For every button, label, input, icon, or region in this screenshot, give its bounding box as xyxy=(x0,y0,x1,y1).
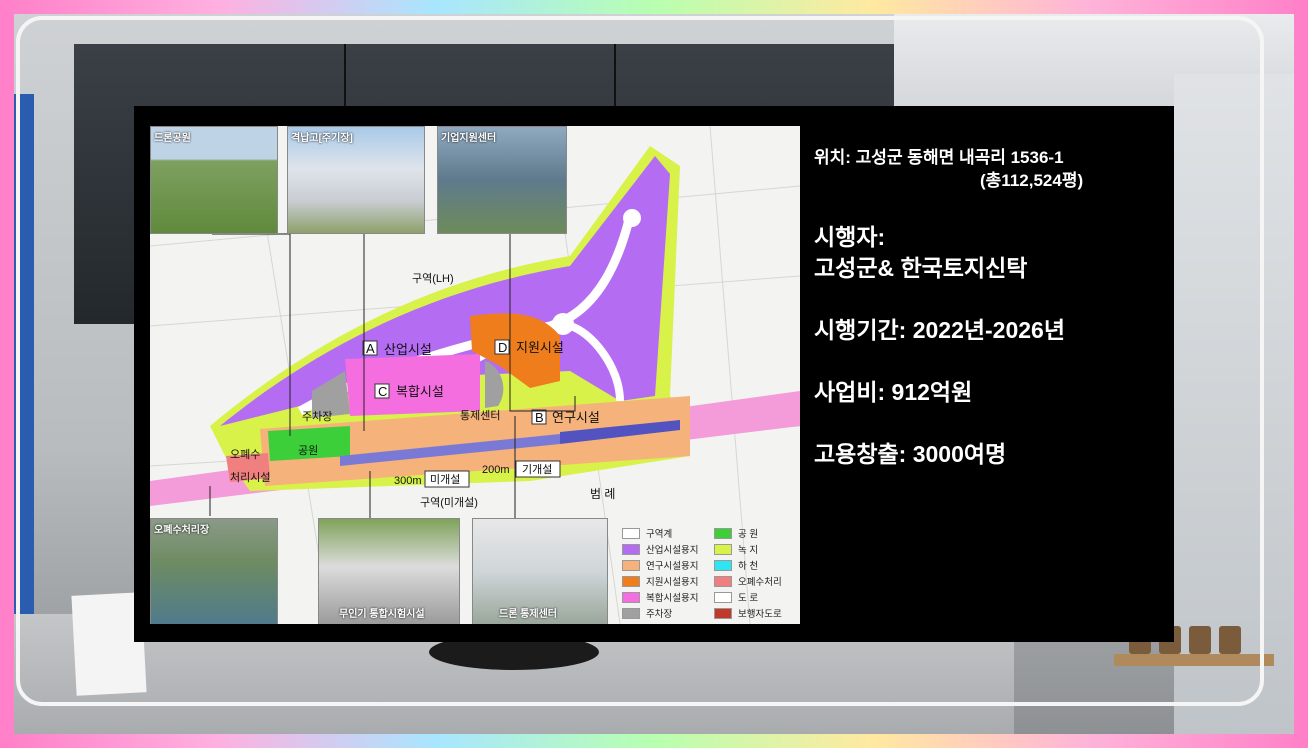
location-line2: (총112,524평) xyxy=(980,171,1084,190)
legend-item: 공 원 xyxy=(714,526,758,540)
location-line1: 위치: 고성군 동해면 내곡리 1536-1 xyxy=(814,148,1064,167)
runway-unpaved-label: 미개설 xyxy=(430,473,460,486)
legend-label: 지원시설용지 xyxy=(646,577,699,588)
photo-hangar: 격납고[주기장] xyxy=(287,126,425,234)
legend-label: 보행자도로 xyxy=(738,609,782,620)
park-label: 공원 xyxy=(298,444,318,457)
legend-label: 연구시설용지 xyxy=(646,561,699,572)
operator-value: 고성군& 한국토지신탁 xyxy=(814,255,1028,281)
zone-b-letter: B xyxy=(535,410,544,425)
legend-item: 복합시설용지 xyxy=(622,590,698,604)
legend-swatch xyxy=(714,543,732,555)
period-text: 시행기간: 2022년-2026년 xyxy=(814,317,1066,343)
legend-swatch xyxy=(622,607,640,619)
runway-paved-label: 기개설 xyxy=(522,463,552,476)
legend-label: 공 원 xyxy=(738,529,759,540)
legend-item: 녹 지 xyxy=(714,542,758,556)
operator-label: 시행자: xyxy=(814,224,886,250)
zone-d-label: 지원시설 xyxy=(516,340,564,355)
legend-label: 하 천 xyxy=(738,561,759,572)
zone-d-letter: D xyxy=(498,340,507,355)
photo-control-center-label: 드론 통제센터 xyxy=(499,609,557,620)
photo-support-center: 기업지원센터 xyxy=(437,126,567,234)
photo-control-center: 드론 통제센터 xyxy=(472,518,608,624)
runway-300-label: 300m xyxy=(394,475,422,487)
legend-swatch xyxy=(714,591,732,603)
legend-swatch xyxy=(622,591,640,603)
legend-item: 구역계 xyxy=(622,526,672,540)
legend-item: 지원시설용지 xyxy=(622,574,698,588)
district-top-label: 구역(LH) xyxy=(412,272,454,285)
legend-item: 주차장 xyxy=(622,606,672,620)
legend-label: 복합시설용지 xyxy=(646,593,699,604)
legend-item: 산업시설용지 xyxy=(622,542,698,556)
legend-swatch xyxy=(622,527,640,539)
legend-label: 오폐수처리 xyxy=(738,577,782,588)
photo-support-center-label: 기업지원센터 xyxy=(441,133,497,144)
parking-label: 주차장 xyxy=(302,410,332,423)
legend-swatch xyxy=(714,527,732,539)
legend-swatch xyxy=(714,575,732,587)
photo-test-facility: 무인기 통합시험시설 xyxy=(318,518,460,624)
legend-swatch xyxy=(622,575,640,587)
legend-swatch xyxy=(622,543,640,555)
site-plan-map: A 산업시설 C 복합시설 D 지원시설 B 연구시설 구역(LH) 주차장 공… xyxy=(150,126,800,624)
legend-label: 산업시설용지 xyxy=(646,545,699,556)
photo-sewage-label: 오폐수처리장 xyxy=(154,525,210,536)
legend-item: 도 로 xyxy=(714,590,758,604)
photo-hangar-label: 격납고[주기장] xyxy=(291,133,353,144)
sewage-label-1: 오폐수 xyxy=(230,448,260,461)
info-panel: 위치: 고성군 동해면 내곡리 1536-1 (총112,524평) 시행자: … xyxy=(814,146,1164,470)
legend-item: 보행자도로 xyxy=(714,606,782,620)
monitor-screen: A 산업시설 C 복합시설 D 지원시설 B 연구시설 구역(LH) 주차장 공… xyxy=(134,106,1174,642)
legend-item: 오폐수처리 xyxy=(714,574,782,588)
legend-item: 하 천 xyxy=(714,558,758,572)
legend-swatch xyxy=(714,607,732,619)
sewage-label-2: 처리시설 xyxy=(230,471,270,484)
map-legend: 구역계산업시설용지연구시설용지지원시설용지복합시설용지주차장 공 원녹 지하 천오… xyxy=(618,520,800,624)
legend-label: 녹 지 xyxy=(738,545,759,556)
zone-b-label: 연구시설 xyxy=(552,410,600,425)
jobs-text: 고용창출: 3000여명 xyxy=(814,441,1007,467)
legend-label: 주차장 xyxy=(646,609,673,620)
zone-c-letter: C xyxy=(378,384,387,399)
legend-item: 연구시설용지 xyxy=(622,558,698,572)
legend-swatch xyxy=(714,559,732,571)
legend-title: 범 례 xyxy=(590,487,615,501)
photo-drone-park: 드론공원 xyxy=(150,126,278,234)
legend-swatch xyxy=(622,559,640,571)
photo-sewage: 오폐수처리장 xyxy=(150,518,278,624)
zone-c-label: 복합시설 xyxy=(396,384,444,399)
zone-a-label: 산업시설 xyxy=(384,342,432,357)
photo-drone-park-label: 드론공원 xyxy=(154,133,191,144)
zone-a-letter: A xyxy=(366,341,375,356)
runway-200-label: 200m xyxy=(482,464,510,476)
control-label: 통제센터 xyxy=(460,409,500,422)
district-bottom-label: 구역(미개설) xyxy=(420,496,478,509)
photo-test-facility-label: 무인기 통합시험시설 xyxy=(339,609,425,620)
legend-label: 구역계 xyxy=(646,529,673,540)
legend-label: 도 로 xyxy=(738,593,759,604)
cost-text: 사업비: 912억원 xyxy=(814,379,973,405)
